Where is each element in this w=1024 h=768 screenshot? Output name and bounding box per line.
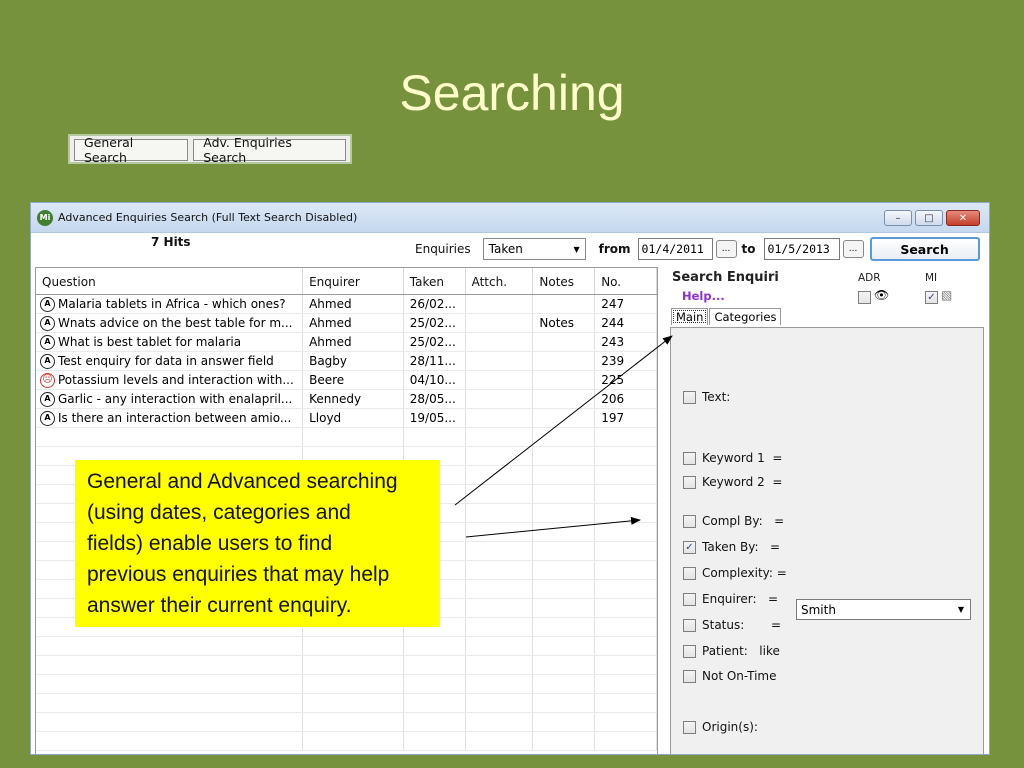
arrow-to-tabs: [454, 335, 673, 506]
tab-main[interactable]: Main: [671, 308, 709, 325]
tab-categories[interactable]: Categories: [709, 308, 782, 325]
annotation-arrows: [454, 335, 673, 538]
arrow-to-fields: [465, 516, 641, 538]
panel-tabs: Main Categories: [671, 308, 782, 325]
